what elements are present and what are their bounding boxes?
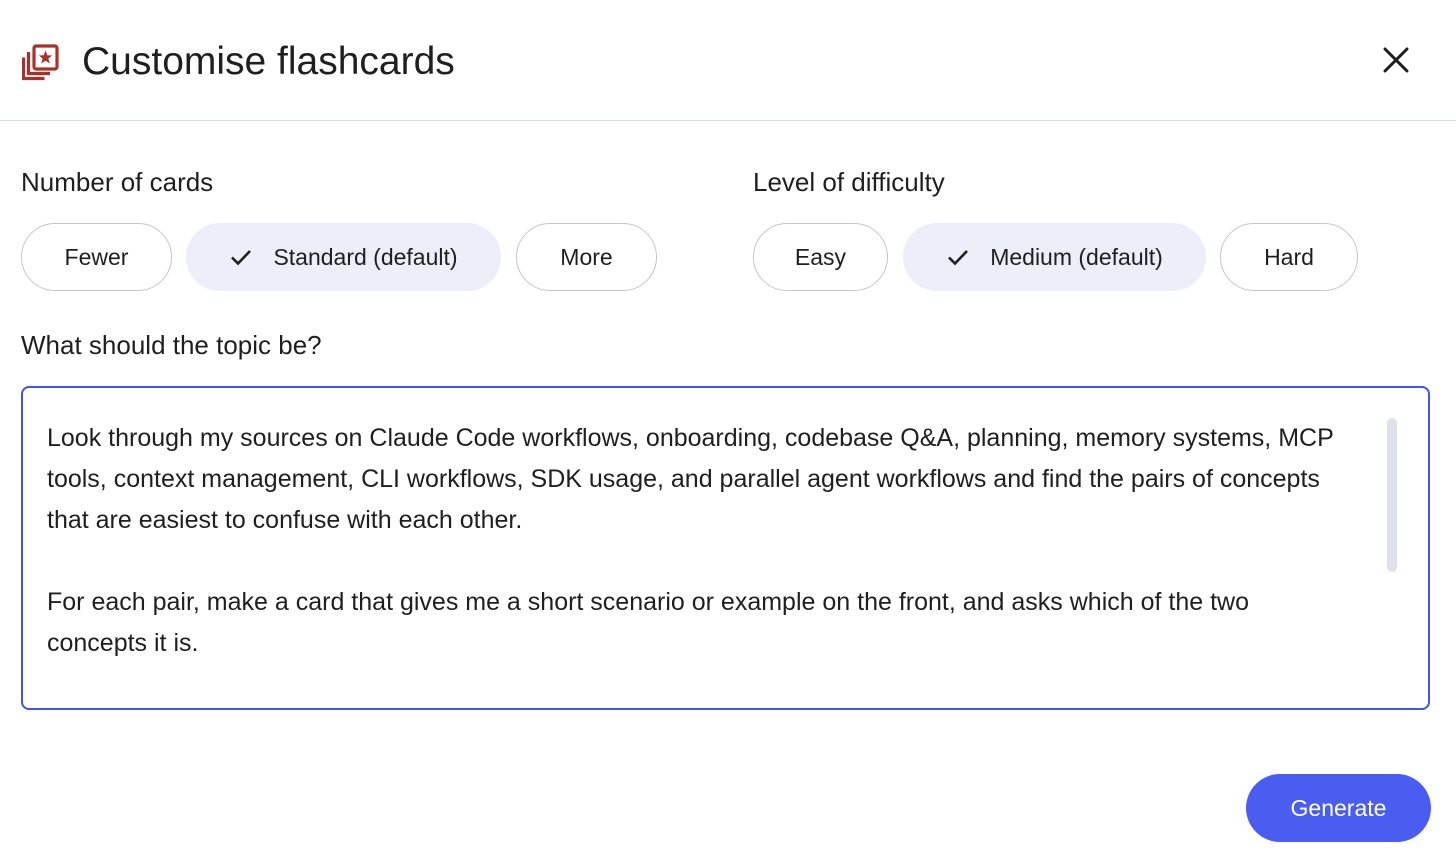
topic-scrollbar[interactable] — [1387, 418, 1397, 572]
flashcards-icon — [21, 43, 60, 81]
difficulty-option-medium[interactable]: Medium (default) — [903, 223, 1206, 291]
chip-label: Hard — [1264, 243, 1314, 270]
chip-label: Medium (default) — [990, 243, 1163, 270]
close-icon[interactable] — [1382, 46, 1410, 79]
cards-option-standard[interactable]: Standard (default) — [186, 223, 501, 291]
topic-label: What should the topic be? — [21, 330, 322, 360]
difficulty-option-hard[interactable]: Hard — [1220, 223, 1358, 291]
difficulty-label: Level of difficulty — [753, 167, 945, 197]
number-of-cards-label: Number of cards — [21, 167, 214, 197]
difficulty-option-easy[interactable]: Easy — [753, 223, 888, 291]
checkmark-icon — [946, 245, 970, 269]
dialog-header: Customise flashcards — [0, 0, 1456, 121]
generate-button[interactable]: Generate — [1246, 774, 1431, 842]
topic-paragraph: For each pair, make a card that gives me… — [47, 588, 1250, 657]
customise-flashcards-dialog: Customise flashcards Number of cards Few… — [0, 0, 1456, 858]
checkmark-icon — [229, 245, 253, 269]
chip-label: More — [560, 243, 613, 270]
cards-option-fewer[interactable]: Fewer — [21, 223, 172, 291]
topic-paragraph: Look through my sources on Claude Code w… — [47, 424, 1334, 534]
close-button[interactable] — [1372, 38, 1420, 86]
chip-label: Easy — [794, 243, 847, 270]
cards-option-more[interactable]: More — [516, 223, 657, 291]
chip-label: Standard (default) — [273, 243, 458, 270]
dialog-title: Customise flashcards — [82, 40, 455, 83]
chip-label: Fewer — [64, 243, 129, 270]
topic-textarea[interactable]: Look through my sources on Claude Code w… — [21, 386, 1430, 710]
